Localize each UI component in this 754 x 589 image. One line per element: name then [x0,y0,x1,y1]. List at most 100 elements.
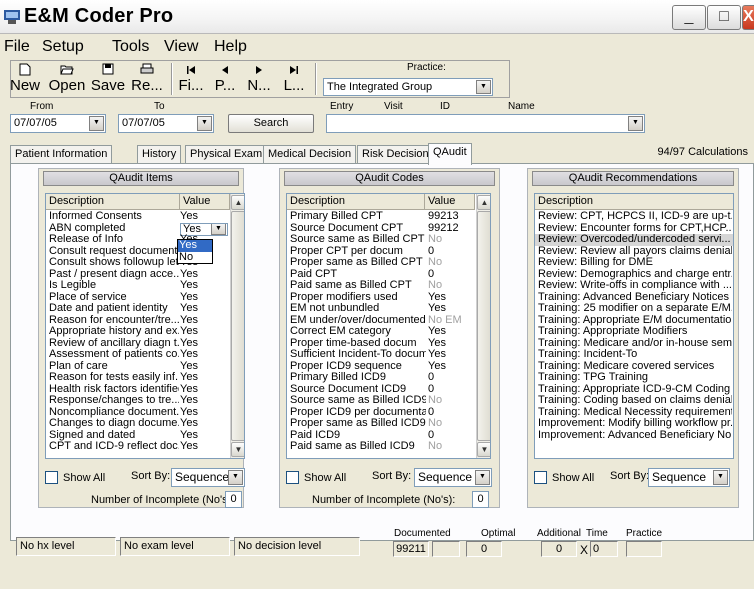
table-row[interactable]: Training: Advanced Beneficiary Notices [535,292,733,304]
recs-sort-dropdown[interactable]: Sequence ▼ [648,468,730,487]
table-row[interactable]: Health risk factors identified Yes [46,384,244,396]
table-row[interactable]: Proper same as Billed ICD9 No [287,418,490,430]
table-row[interactable]: Training: TPG Training [535,372,733,384]
scroll-up-icon[interactable]: ▲ [477,195,490,210]
table-row[interactable]: Past / present diagn acce... Yes [46,269,244,281]
items-scrollbar[interactable]: ▲ ▼ [230,194,244,458]
table-row[interactable]: Improvement: Modify billing workflow pr.… [535,418,733,430]
items-show-all-checkbox[interactable] [45,471,58,484]
table-row[interactable]: Source same as Billed CPT No [287,234,490,246]
table-row[interactable]: Date and patient identity Yes [46,303,244,315]
table-row[interactable]: Paid ICD9 0 [287,430,490,442]
table-row[interactable]: Training: Appropriate Modifiers [535,326,733,338]
table-row[interactable]: Proper same as Billed CPT No [287,257,490,269]
menu-file[interactable]: File [4,38,30,56]
codes-sort-dropdown[interactable]: Sequence ▼ [414,468,492,487]
table-row[interactable]: Plan of care Yes [46,361,244,373]
col-description[interactable]: Description [287,194,425,210]
table-row[interactable]: Training: Medical Necessity requirements [535,407,733,419]
col-description[interactable]: Description [46,194,180,210]
open-button[interactable]: Open [47,63,87,95]
table-row[interactable]: Primary Billed ICD9 0 [287,372,490,384]
table-row[interactable]: Correct EM category Yes [287,326,490,338]
scroll-thumb[interactable] [231,211,244,441]
chevron-down-icon[interactable]: ▼ [476,80,491,94]
to-date-field[interactable]: 07/07/05 ▼ [118,114,214,133]
table-row[interactable]: Reason for encounter/tre... Yes [46,315,244,327]
dropdown-option-no[interactable]: No [178,251,212,264]
first-record-button[interactable]: Fi... [175,63,207,95]
close-button[interactable]: X [742,5,754,30]
table-row[interactable]: Training: 25 modifier on a separate E/M.… [535,303,733,315]
table-row[interactable]: Review: Write-offs in compliance with ..… [535,280,733,292]
from-date-field[interactable]: 07/07/05 ▼ [10,114,106,133]
table-row[interactable]: Consult shows followup let...Yes [46,257,244,269]
tab-patient-information[interactable]: Patient Information [10,145,113,164]
qaudit-recommendations-list[interactable]: Description Review: CPT, HCPCS II, ICD-9… [534,193,734,459]
codes-show-all-checkbox[interactable] [286,471,299,484]
table-row[interactable]: Training: Appropriate E/M documentation [535,315,733,327]
dropdown-option-yes[interactable]: Yes [178,239,212,252]
table-row[interactable]: Training: Coding based on claims denial.… [535,395,733,407]
table-row[interactable]: Source same as Billed ICD9 No [287,395,490,407]
table-row[interactable]: Proper time-based docum Yes [287,338,490,350]
qaudit-codes-list[interactable]: Description Value Primary Billed CPT 9921… [286,193,491,459]
table-row[interactable]: Release of InfoYes [46,234,244,246]
chevron-down-icon[interactable]: ▼ [89,116,104,131]
table-row[interactable]: Paid CPT 0 [287,269,490,281]
chevron-down-icon[interactable]: ▼ [713,470,728,485]
col-value[interactable]: Value [180,194,230,210]
qaudit-items-list[interactable]: Description Value Informed Consents Yes AB… [45,193,245,459]
tab-history[interactable]: History [137,145,182,164]
tab-risk-decision[interactable]: Risk Decision [357,145,434,164]
scroll-up-icon[interactable]: ▲ [231,195,244,210]
menu-setup[interactable]: Setup [42,38,84,56]
menu-tools[interactable]: Tools [112,38,149,56]
table-row[interactable]: Review: CPT, HCPCS II, ICD-9 are up-t... [535,211,733,223]
save-button[interactable]: Save [89,63,127,95]
table-row[interactable]: Paid same as Billed CPT No [287,280,490,292]
table-row[interactable]: Review: Overcoded/undercoded servi... [535,234,733,246]
table-row[interactable]: Signed and dated Yes [46,430,244,442]
table-row[interactable]: Improvement: Advanced Beneficiary No... [535,430,733,442]
table-row[interactable]: Primary Billed CPT 99213 [287,211,490,223]
chevron-down-icon[interactable]: ▼ [197,116,212,131]
table-row[interactable]: Appropriate history and ex... Yes [46,326,244,338]
codes-scrollbar[interactable]: ▲ ▼ [476,194,490,458]
table-row[interactable]: Paid same as Billed ICD9 No [287,441,490,453]
last-record-button[interactable]: L... [277,63,311,95]
table-row[interactable]: Reason for tests easily inf... Yes [46,372,244,384]
abn-value-dropdown-list[interactable]: Yes No [177,239,213,264]
table-row[interactable]: Review: Review all payors claims denials [535,246,733,258]
next-record-button[interactable]: N... [243,63,275,95]
table-row[interactable]: Consult request document...No [46,246,244,258]
new-button[interactable]: New [7,63,43,95]
chevron-down-icon[interactable]: ▼ [475,470,490,485]
previous-record-button[interactable]: P... [209,63,241,95]
items-sort-dropdown[interactable]: Sequence ▼ [171,468,245,487]
tab-physical-exam[interactable]: Physical Exam [185,145,268,164]
table-row[interactable]: Training: Incident-To [535,349,733,361]
table-row[interactable]: Review: Encounter forms for CPT,HCP... [535,223,733,235]
table-row[interactable]: EM under/over/documented No EM [287,315,490,327]
table-row[interactable]: Training: Appropriate ICD-9-CM Coding [535,384,733,396]
table-row[interactable]: Training: Medicare covered services [535,361,733,373]
table-row[interactable]: Source Document CPT 99212 [287,223,490,235]
table-row[interactable]: CPT and ICD-9 reflect doc... Yes [46,441,244,453]
table-row[interactable]: Training: Medicare and/or in-house sem..… [535,338,733,350]
table-row[interactable]: Place of service Yes [46,292,244,304]
minimize-button[interactable]: _ [672,5,706,30]
col-value[interactable]: Value [425,194,475,210]
col-description[interactable]: Description [535,194,733,210]
tab-qaudit[interactable]: QAudit [428,143,472,165]
scroll-down-icon[interactable]: ▼ [231,442,244,457]
table-row[interactable]: Review: Demographics and charge entr... [535,269,733,281]
recs-show-all-checkbox[interactable] [534,471,547,484]
table-row[interactable]: Review: Billing for DME [535,257,733,269]
report-button[interactable]: Re... [127,63,167,95]
table-row[interactable]: Response/changes to tre... Yes [46,395,244,407]
table-row[interactable]: EM not unbundled Yes [287,303,490,315]
scroll-thumb[interactable] [477,211,490,441]
menu-view[interactable]: View [164,38,198,56]
table-row[interactable]: Sufficient Incident-To docum Yes [287,349,490,361]
